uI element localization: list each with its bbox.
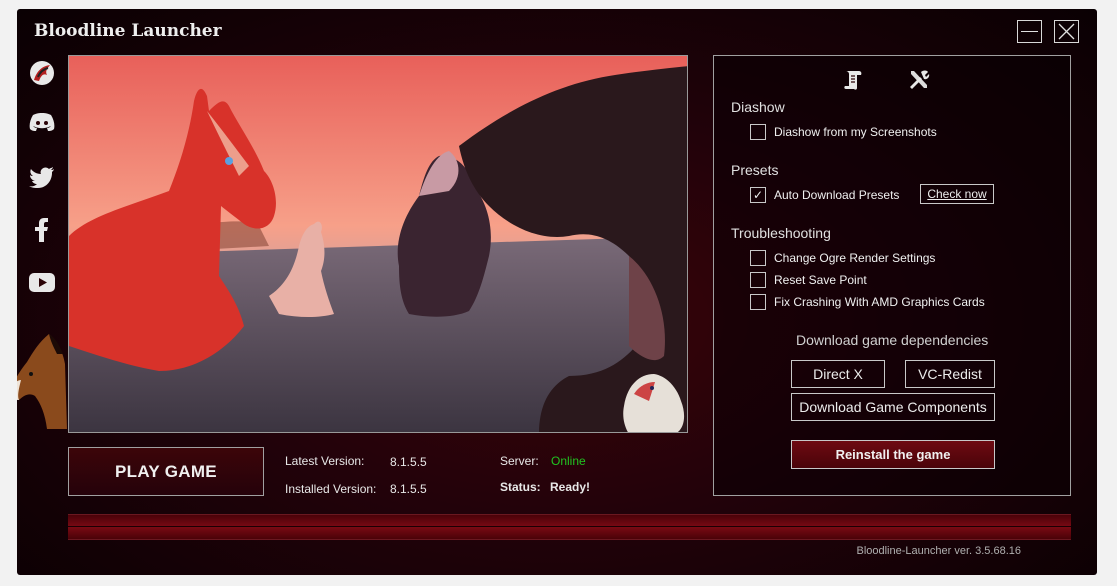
auto-download-presets-label: Auto Download Presets (774, 188, 900, 202)
minimize-button[interactable] (1017, 20, 1042, 43)
close-icon (1058, 23, 1075, 40)
latest-version-value: 8.1.5.5 (390, 455, 427, 469)
status-label: Status: (500, 480, 541, 494)
fix-amd-label: Fix Crashing With AMD Graphics Cards (774, 295, 985, 309)
fix-amd-checkbox[interactable] (750, 294, 766, 310)
check-now-button[interactable]: Check now (920, 184, 994, 204)
youtube-icon[interactable] (29, 269, 55, 295)
close-button[interactable] (1054, 20, 1079, 43)
server-label: Server: (500, 454, 539, 468)
diashow-option[interactable]: Diashow from my Screenshots (750, 124, 937, 140)
troubleshooting-heading: Troubleshooting (731, 225, 831, 241)
download-progress-bar (68, 514, 1071, 540)
directx-button[interactable]: Direct X (791, 360, 885, 388)
installed-version-value: 8.1.5.5 (390, 482, 427, 496)
diashow-heading: Diashow (731, 99, 785, 115)
settings-panel: Diashow Diashow from my Screenshots Pres… (713, 55, 1071, 496)
latest-version-label: Latest Version: (285, 454, 365, 468)
launcher-window: Bloodline Launcher PLAY GAME Latest Vers… (17, 9, 1097, 575)
reset-save-point-checkbox[interactable] (750, 272, 766, 288)
auto-download-presets-option[interactable]: ✓ Auto Download Presets (750, 187, 899, 203)
facebook-icon[interactable] (29, 217, 55, 243)
tools-icon[interactable] (907, 68, 931, 92)
diashow-checkbox[interactable] (750, 124, 766, 140)
download-game-components-button[interactable]: Download Game Components (791, 393, 995, 421)
change-ogre-checkbox[interactable] (750, 250, 766, 266)
reinstall-game-button[interactable]: Reinstall the game (791, 440, 995, 469)
scroll-icon[interactable] (841, 68, 865, 92)
status-value: Ready! (550, 480, 591, 494)
horse-mascot-image (17, 334, 67, 429)
installed-version-label: Installed Version: (285, 482, 377, 496)
dependencies-heading: Download game dependencies (796, 332, 989, 348)
game-screenshot (68, 55, 688, 433)
change-ogre-label: Change Ogre Render Settings (774, 251, 936, 265)
reset-save-point-option[interactable]: Reset Save Point (750, 272, 867, 288)
twitter-icon[interactable] (29, 164, 55, 190)
change-ogre-option[interactable]: Change Ogre Render Settings (750, 250, 935, 266)
bloodline-logo-icon[interactable] (29, 60, 55, 86)
fix-amd-option[interactable]: Fix Crashing With AMD Graphics Cards (750, 294, 985, 310)
discord-icon[interactable] (29, 109, 55, 135)
play-game-button[interactable]: PLAY GAME (68, 447, 264, 496)
window-title: Bloodline Launcher (34, 21, 222, 41)
server-status-value: Online (551, 454, 586, 468)
launcher-version: Bloodline-Launcher ver. 3.5.68.16 (856, 545, 1021, 557)
auto-download-presets-checkbox[interactable]: ✓ (750, 187, 766, 203)
reset-save-point-label: Reset Save Point (774, 273, 867, 287)
diashow-option-label: Diashow from my Screenshots (774, 125, 937, 139)
vc-redist-button[interactable]: VC-Redist (905, 360, 995, 388)
presets-heading: Presets (731, 162, 779, 178)
